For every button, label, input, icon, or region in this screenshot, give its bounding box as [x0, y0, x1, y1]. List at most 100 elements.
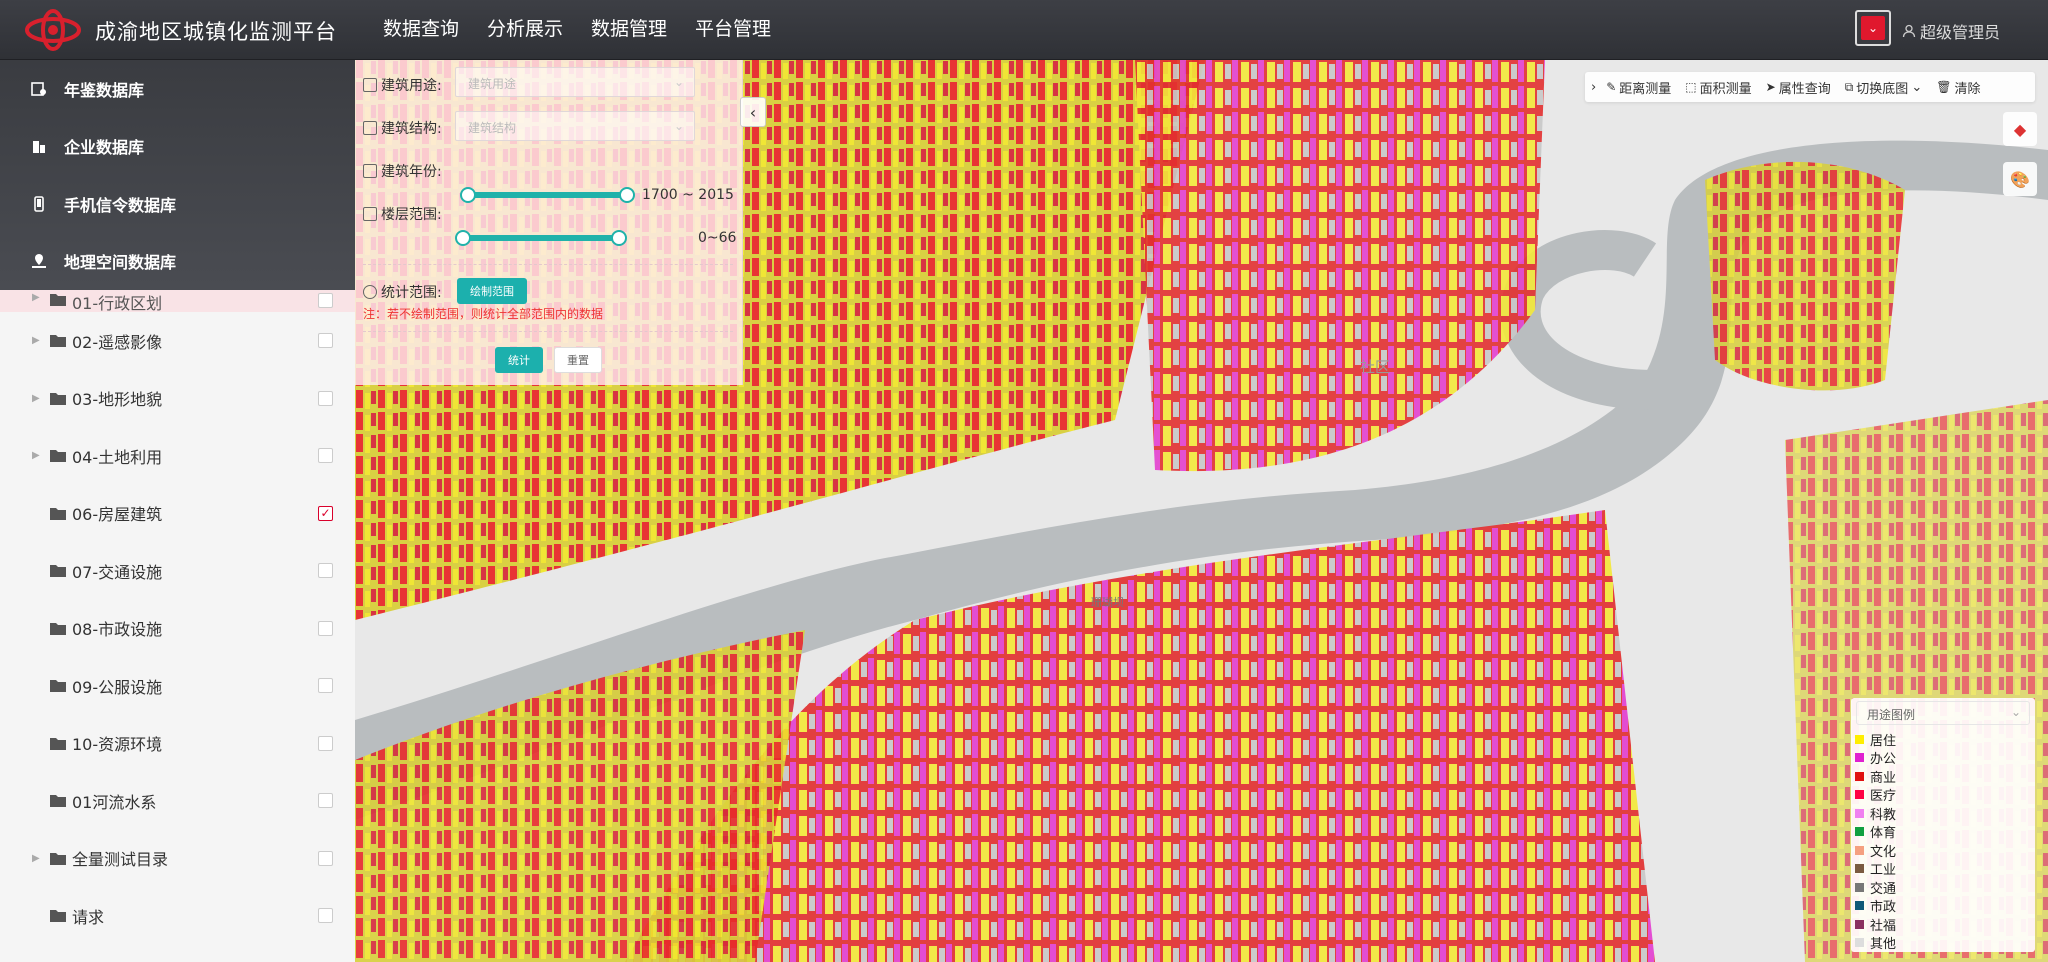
tree-item[interactable]: ▶ 全量测试目录: [0, 830, 355, 888]
compass-button[interactable]: ◆: [2003, 112, 2037, 146]
legend-swatch: [1855, 882, 1864, 892]
app-title: 成渝地区城镇化监测平台: [95, 20, 337, 44]
layer-checkbox[interactable]: [318, 293, 333, 308]
db-mobile-signal[interactable]: 手机信令数据库: [0, 175, 355, 233]
db-enterprise[interactable]: 企业数据库: [0, 118, 355, 176]
legend-label: 体育: [1870, 826, 1897, 842]
attribute-query-button[interactable]: ➤ 属性查询: [1766, 78, 1831, 97]
folder-icon: [50, 450, 66, 463]
layer-checkbox[interactable]: [318, 678, 333, 694]
area-icon: ⬚: [1685, 80, 1697, 94]
theme-button[interactable]: ⌄: [1855, 10, 1891, 46]
mobile-icon: [30, 195, 48, 213]
legend-swatch: [1855, 938, 1864, 948]
legend-label: 社福: [1870, 918, 1897, 934]
layer-checkbox[interactable]: [318, 448, 333, 464]
structure-row: 建筑结构:: [363, 118, 442, 138]
chevron-left-icon: ‹: [749, 102, 757, 122]
folder-icon: [50, 335, 66, 348]
chevron-down-icon: ⌄: [1861, 16, 1885, 40]
legend-swatch: [1855, 827, 1864, 837]
tree-item[interactable]: 09-公服设施: [0, 657, 355, 715]
draw-range-button[interactable]: 绘制范围: [457, 278, 527, 304]
db-geospatial[interactable]: 地理空间数据库: [0, 233, 355, 291]
palette-icon: 🎨: [2010, 169, 2030, 189]
database-icon: [30, 80, 48, 98]
area-measure-button[interactable]: ⬚ 面积测量: [1685, 78, 1751, 97]
year-slider-min-handle[interactable]: [460, 187, 476, 203]
structure-icon: [363, 121, 377, 135]
legend-item: 其他: [1855, 934, 1896, 952]
layers-icon: [363, 207, 377, 221]
compass-icon: ◆: [2013, 119, 2027, 139]
switch-basemap-button[interactable]: ⧉ 切换底图 ⌄: [1845, 78, 1923, 97]
grid-icon: [363, 78, 377, 92]
chevron-down-icon: ⌄: [2010, 705, 2021, 719]
legend-item: 工业: [1855, 860, 1897, 879]
tree-item[interactable]: ▶ 03-地形地貌: [0, 370, 355, 428]
stat-button[interactable]: 统计: [495, 347, 543, 373]
legend-label: 医疗: [1870, 789, 1897, 805]
floor-slider-track[interactable]: [462, 235, 620, 241]
floor-slider-min-handle[interactable]: [455, 230, 471, 246]
reset-button[interactable]: 重置: [554, 347, 602, 373]
tree-item[interactable]: 01河流水系: [0, 772, 355, 830]
usage-select[interactable]: 建筑用途 ⌄: [455, 67, 695, 97]
palette-button[interactable]: 🎨: [2003, 162, 2037, 196]
legend-select[interactable]: 用途图例 ⌄: [1856, 701, 2030, 725]
folder-icon: [50, 910, 66, 923]
db-yearbook[interactable]: 年鉴数据库: [0, 60, 355, 118]
user-menu[interactable]: 超级管理员: [1902, 19, 2000, 43]
legend-item: 社福: [1855, 915, 1896, 934]
distance-measure-button[interactable]: ✎ 距离测量: [1606, 78, 1671, 97]
folder-icon: [50, 852, 66, 865]
year-slider-max-handle[interactable]: [619, 187, 635, 203]
collapse-panel-button[interactable]: ‹: [740, 97, 766, 127]
legend-item: 体育: [1855, 823, 1897, 842]
tree-item[interactable]: ▶ 04-土地利用: [0, 427, 355, 485]
nav-analysis[interactable]: 分析展示: [473, 0, 577, 60]
top-bar: 成渝地区城镇化监测平台 数据查询 分析展示 数据管理 平台管理 ⌄ 超级管理员: [0, 0, 2048, 60]
legend-swatch: [1855, 808, 1864, 818]
folder-icon: [50, 392, 66, 405]
layer-checkbox-checked[interactable]: ✓: [318, 505, 333, 521]
toolbar-expand-button[interactable]: ›: [1591, 80, 1596, 95]
layer-checkbox[interactable]: [318, 908, 333, 924]
tree-item[interactable]: 08-市政设施: [0, 600, 355, 658]
chevron-right-icon[interactable]: ▶: [32, 335, 40, 346]
nav-data-query[interactable]: 数据查询: [369, 0, 473, 60]
nav-platform-management[interactable]: 平台管理: [681, 0, 785, 60]
tree-item[interactable]: ▶ 01-行政区划: [0, 290, 355, 313]
layer-checkbox[interactable]: [318, 390, 333, 406]
clear-button[interactable]: 🗑 清除: [1936, 78, 1980, 97]
layer-checkbox[interactable]: [318, 620, 333, 636]
tree-item[interactable]: ▶ 02-遥感影像: [0, 312, 355, 370]
layer-checkbox[interactable]: [318, 735, 333, 751]
tree-item[interactable]: 06-房屋建筑 ✓: [0, 485, 355, 543]
legend-item: 市政: [1855, 897, 1896, 915]
layer-checkbox[interactable]: [318, 563, 333, 579]
floor-slider-max-handle[interactable]: [611, 230, 627, 246]
user-icon: [1902, 24, 1916, 38]
chevron-right-icon[interactable]: ▶: [32, 292, 40, 303]
tree-item[interactable]: 07-交通设施: [0, 542, 355, 600]
legend-label: 工业: [1870, 863, 1897, 879]
trash-icon: 🗑: [1936, 80, 1952, 94]
chevron-right-icon: ›: [1591, 79, 1597, 95]
tree-item[interactable]: 请求: [0, 887, 355, 945]
legend-item: 医疗: [1855, 786, 1897, 805]
floor-row: 楼层范围:: [363, 204, 442, 224]
layer-checkbox[interactable]: [318, 333, 333, 349]
chevron-right-icon[interactable]: ▶: [32, 393, 40, 404]
layer-checkbox[interactable]: [318, 850, 333, 866]
chevron-right-icon[interactable]: ▶: [32, 853, 40, 864]
year-slider-track[interactable]: [467, 192, 627, 198]
structure-select[interactable]: 建筑结构 ⌄: [455, 111, 695, 141]
layer-checkbox[interactable]: [318, 793, 333, 809]
nav-data-management[interactable]: 数据管理: [577, 0, 681, 60]
chevron-right-icon[interactable]: ▶: [32, 450, 40, 461]
filter-panel: 建筑用途: 建筑用途 ⌄ 建筑结构: 建筑结构 ⌄ 建筑年份: 1700 ~ 201…: [355, 60, 743, 385]
usage-legend: 用途图例 ⌄ 居住 办公 商业 医疗 科教 体育 文化 工业 交通 市政 社福 其他: [1851, 698, 2035, 952]
year-row: 建筑年份:: [363, 161, 442, 181]
tree-item[interactable]: 10-资源环境: [0, 715, 355, 773]
